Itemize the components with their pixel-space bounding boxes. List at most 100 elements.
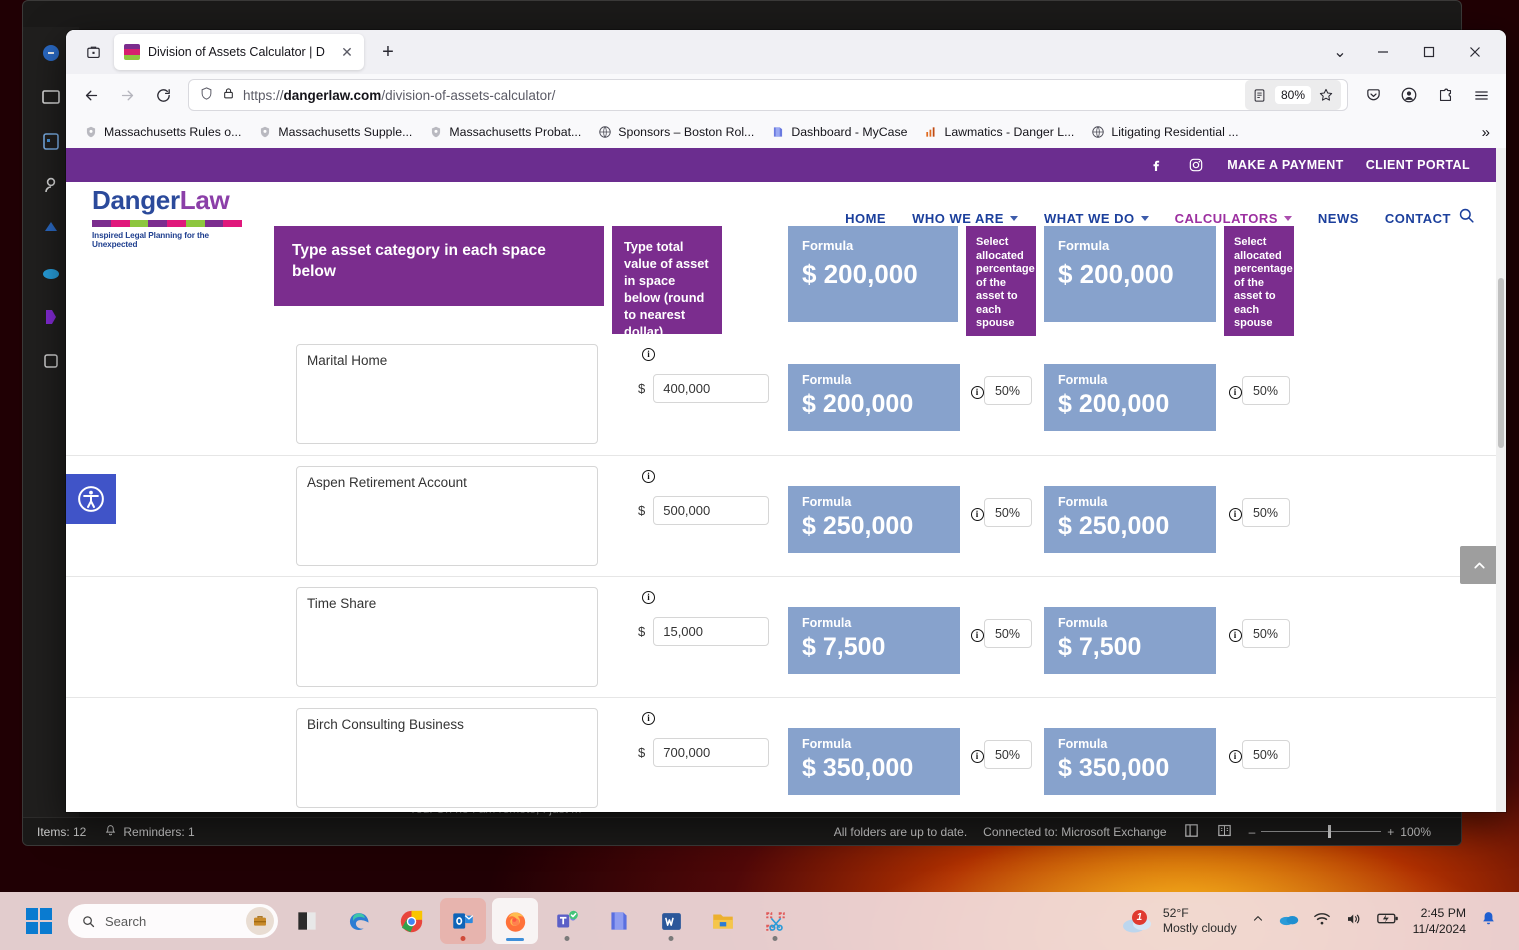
taskbar-file-explorer-icon[interactable] (284, 898, 330, 944)
taskbar-outlook-icon[interactable] (440, 898, 486, 944)
browser-tab[interactable]: Division of Assets Calculator | D ✕ (114, 34, 364, 70)
start-button[interactable] (26, 908, 52, 934)
info-icon[interactable]: i (970, 507, 984, 521)
show-hidden-icons-icon[interactable] (1251, 912, 1265, 931)
instagram-icon[interactable] (1187, 156, 1205, 174)
bookmark-star-icon[interactable] (1313, 82, 1339, 108)
taskbar-teams-icon[interactable] (544, 898, 590, 944)
work-profile-icon[interactable] (246, 907, 274, 935)
close-button[interactable] (1452, 30, 1498, 74)
firefox-window[interactable]: Division of Assets Calculator | D ✕ + ⌄ (66, 30, 1506, 812)
onedrive-icon[interactable] (1279, 911, 1299, 931)
taskbar-mycase-icon[interactable] (596, 898, 642, 944)
back-button[interactable] (74, 79, 108, 111)
outlook-calendar-icon[interactable] (39, 129, 63, 153)
bookmarks-overflow-button[interactable]: » (1476, 121, 1496, 144)
reload-button[interactable] (146, 79, 180, 111)
asset-category-input[interactable]: Marital Home (296, 344, 598, 444)
outlook-people-icon[interactable] (39, 173, 63, 197)
info-icon[interactable]: i (642, 348, 655, 361)
taskbar-snipping-tool-icon[interactable] (752, 898, 798, 944)
forward-button[interactable] (110, 79, 144, 111)
nav-item-who-we-are[interactable]: WHO WE ARE (912, 211, 1018, 226)
volume-icon[interactable] (1345, 911, 1363, 932)
taskbar-chrome-icon[interactable] (388, 898, 434, 944)
normal-view-icon[interactable] (1183, 822, 1200, 842)
clock[interactable]: 2:45 PM 11/4/2024 (1413, 905, 1466, 937)
reader-view-icon[interactable] (1247, 82, 1273, 108)
nav-item-contact[interactable]: CONTACT (1385, 211, 1451, 226)
firefox-view-button[interactable] (74, 36, 112, 68)
taskbar-edge-icon[interactable] (336, 898, 382, 944)
spouse1-percent-input[interactable] (983, 619, 1032, 648)
asset-value-input[interactable] (653, 496, 770, 525)
facebook-icon[interactable] (1147, 156, 1165, 174)
reading-view-icon[interactable] (1216, 822, 1233, 842)
info-icon[interactable]: i (1228, 749, 1242, 763)
outlook-onedrive-icon[interactable] (39, 261, 63, 285)
info-icon[interactable]: i (970, 628, 984, 642)
extensions-button[interactable] (1428, 79, 1462, 111)
asset-category-input[interactable]: Aspen Retirement Account (296, 466, 598, 566)
outlook-mail-icon[interactable] (39, 85, 63, 109)
bookmark-item[interactable]: Massachusetts Supple... (250, 121, 419, 144)
outlook-onenote-icon[interactable] (39, 305, 63, 329)
bookmark-item[interactable]: Dashboard - MyCase (763, 121, 914, 144)
bookmark-item[interactable]: Massachusetts Probat... (421, 121, 588, 144)
nav-item-what-we-do[interactable]: WHAT WE DO (1044, 211, 1149, 226)
spouse2-percent-input[interactable] (1241, 619, 1290, 648)
outlook-zoom-slider[interactable]: – + 100% (1249, 825, 1431, 839)
notifications-bell-icon[interactable] (1480, 910, 1497, 932)
site-logo[interactable]: DangerLaw Inspired Legal Planning for th… (92, 187, 242, 249)
battery-charging-icon[interactable] (1376, 911, 1399, 931)
asset-value-input[interactable] (653, 738, 770, 767)
pocket-button[interactable] (1356, 79, 1390, 111)
address-bar[interactable]: https://dangerlaw.com/division-of-assets… (188, 79, 1348, 111)
taskbar-folder-icon[interactable] (700, 898, 746, 944)
tab-close-icon[interactable]: ✕ (338, 43, 356, 61)
account-button[interactable] (1392, 79, 1426, 111)
lock-icon[interactable] (222, 87, 235, 103)
zoom-thumb[interactable] (1328, 825, 1332, 838)
spouse1-percent-input[interactable] (983, 740, 1032, 769)
zoom-level-badge[interactable]: 80% (1274, 86, 1311, 104)
spouse2-percent-input[interactable] (1241, 740, 1290, 769)
info-icon[interactable]: i (1228, 385, 1242, 399)
bookmark-item[interactable]: Lawmatics - Danger L... (917, 121, 1082, 144)
search-icon[interactable] (1457, 206, 1476, 230)
spouse2-percent-input[interactable] (1241, 376, 1290, 405)
new-tab-button[interactable]: + (372, 36, 404, 68)
info-icon[interactable]: i (642, 591, 655, 604)
bookmark-item[interactable]: Sponsors – Boston Rol... (590, 121, 761, 144)
info-icon[interactable]: i (970, 385, 984, 399)
taskbar-word-icon[interactable] (648, 898, 694, 944)
spouse2-percent-input[interactable] (1241, 498, 1290, 527)
client-portal-link[interactable]: CLIENT PORTAL (1366, 158, 1470, 172)
asset-category-input[interactable]: Time Share (296, 587, 598, 687)
asset-category-input[interactable]: Birch Consulting Business (296, 708, 598, 808)
nav-item-calculators[interactable]: CALCULATORS (1175, 211, 1292, 226)
nav-item-news[interactable]: NEWS (1318, 211, 1359, 226)
weather-widget[interactable]: 1 52°F Mostly cloudy (1122, 906, 1237, 936)
info-icon[interactable]: i (1228, 628, 1242, 642)
outlook-zoom-value[interactable]: 100% (1400, 825, 1431, 839)
url-text[interactable]: https://dangerlaw.com/division-of-assets… (243, 88, 1237, 103)
nav-item-home[interactable]: HOME (845, 211, 886, 226)
asset-value-input[interactable] (653, 374, 770, 403)
bookmark-item[interactable]: Litigating Residential ... (1083, 121, 1245, 144)
info-icon[interactable]: i (642, 470, 655, 483)
make-a-payment-link[interactable]: MAKE A PAYMENT (1227, 158, 1344, 172)
spouse1-percent-input[interactable] (983, 376, 1032, 405)
minimize-button[interactable] (1360, 30, 1406, 74)
shield-icon[interactable] (199, 86, 214, 104)
outlook-home-icon[interactable] (39, 41, 63, 65)
maximize-button[interactable] (1406, 30, 1452, 74)
zoom-in-button[interactable]: + (1387, 825, 1394, 839)
asset-value-input[interactable] (653, 617, 770, 646)
outlook-apps-icon[interactable] (39, 349, 63, 373)
scroll-to-top-button[interactable] (1460, 546, 1498, 584)
search-input[interactable]: Search (68, 904, 278, 938)
outlook-todo-icon[interactable] (39, 217, 63, 241)
wifi-icon[interactable] (1313, 911, 1331, 932)
info-icon[interactable]: i (642, 712, 655, 725)
